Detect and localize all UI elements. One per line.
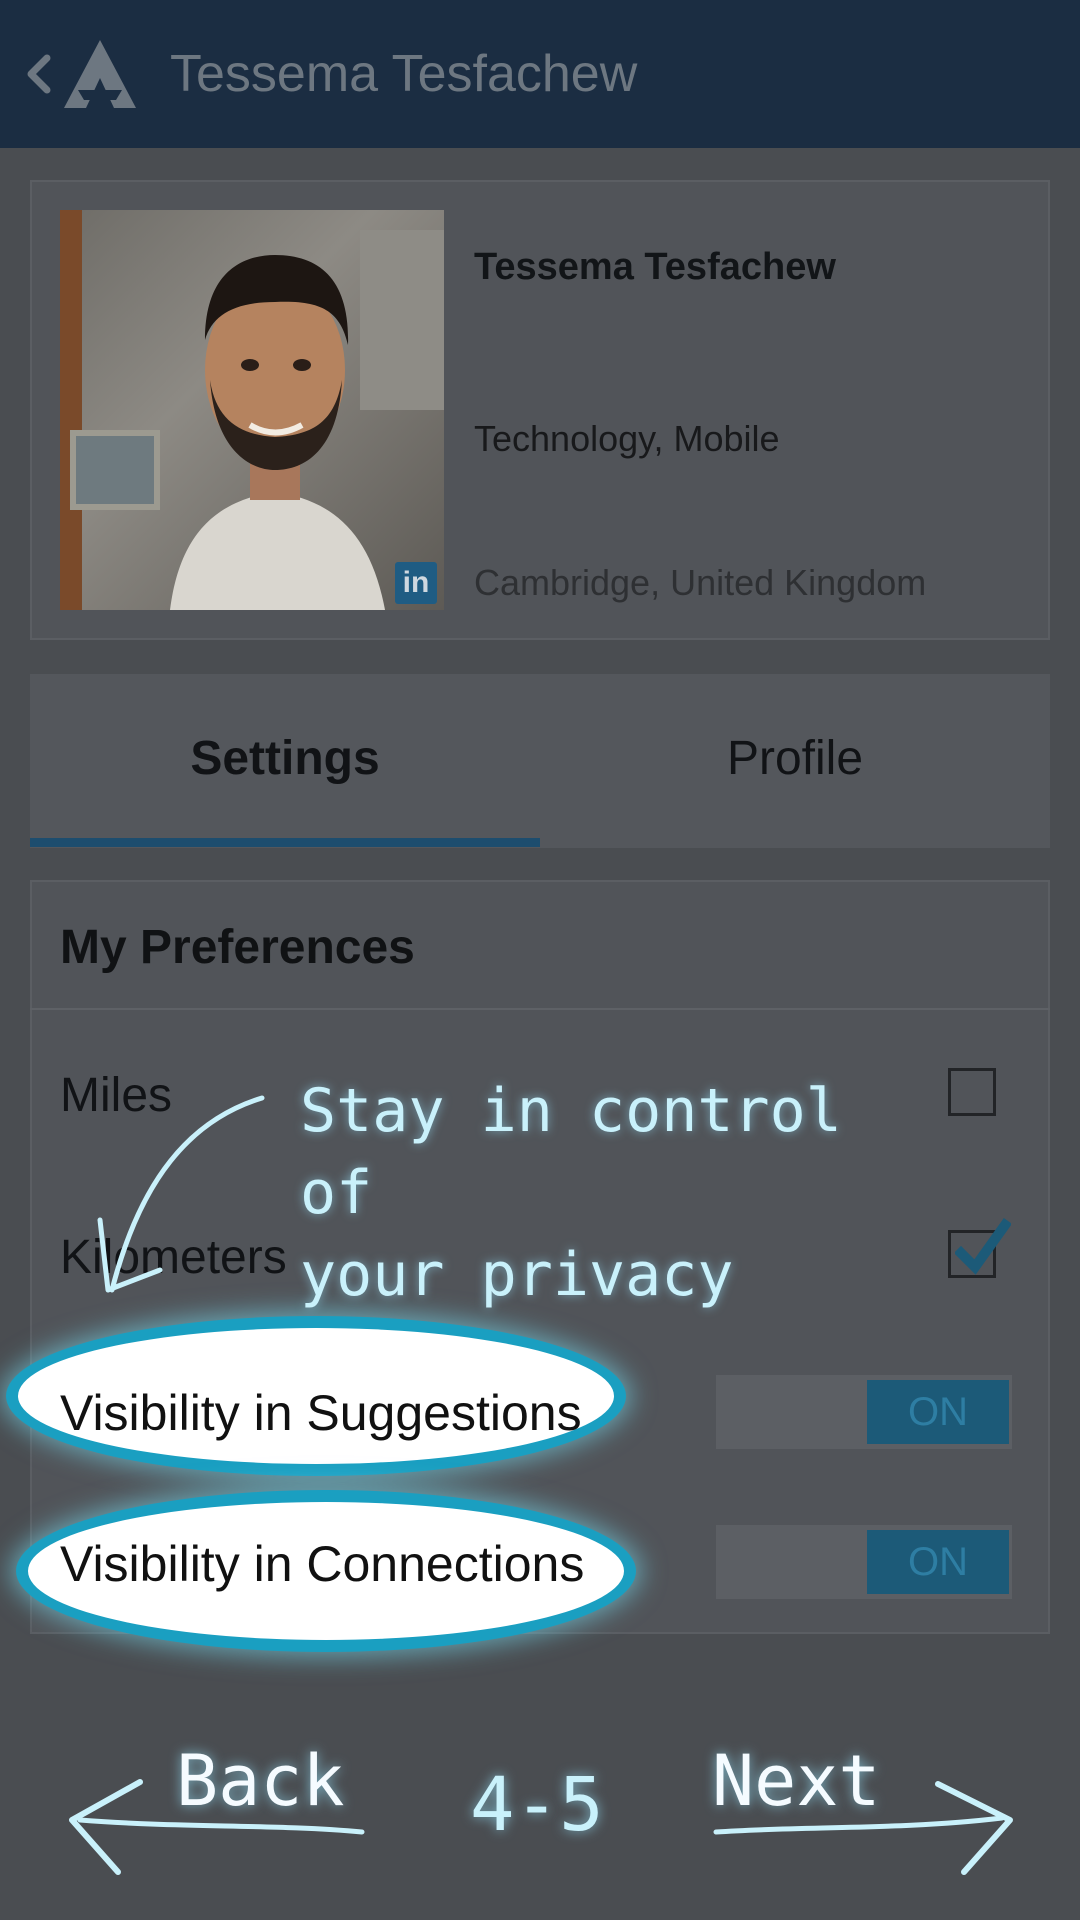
tutorial-callout: Stay in control of your privacy <box>300 1070 920 1316</box>
page-indicator: 4-5 <box>470 1762 604 1848</box>
chevron-left-icon[interactable] <box>14 44 62 104</box>
app-bar: Tessema Tesfachew <box>0 0 1080 148</box>
profile-name: Tessema Tesfachew <box>474 246 836 288</box>
miles-checkbox[interactable] <box>948 1068 996 1116</box>
tab-profile[interactable]: Profile <box>540 674 1050 842</box>
checkmark-icon <box>955 1218 1011 1275</box>
app-bar-title: Tessema Tesfachew <box>170 45 638 103</box>
profile-photo <box>60 210 444 610</box>
back-button[interactable]: Back <box>176 1740 345 1822</box>
profile-location: Cambridge, United Kingdom <box>474 562 927 603</box>
curved-arrow-icon <box>97 1095 265 1293</box>
toggle-on-thumb: ON <box>867 1530 1009 1594</box>
app-logo-icon <box>62 34 142 114</box>
kilometers-checkbox[interactable] <box>948 1218 1011 1278</box>
tab-selected-indicator <box>30 838 540 847</box>
callout-line-1: Stay in control of <box>300 1076 842 1228</box>
preferences-title: My Preferences <box>60 921 415 974</box>
tab-settings[interactable]: Settings <box>30 674 540 842</box>
toggle-on-thumb: ON <box>867 1380 1009 1444</box>
visibility-connections-toggle[interactable]: ON <box>716 1525 1012 1599</box>
visibility-connections-label: Visibility in Connections <box>60 1536 585 1592</box>
profile-industry: Technology, Mobile <box>474 418 780 459</box>
linkedin-icon: in <box>395 562 437 604</box>
callout-line-2: your privacy <box>300 1240 734 1310</box>
visibility-suggestions-label: Visibility in Suggestions <box>60 1385 582 1441</box>
visibility-suggestions-toggle[interactable]: ON <box>716 1375 1012 1449</box>
next-button[interactable]: Next <box>712 1740 881 1822</box>
